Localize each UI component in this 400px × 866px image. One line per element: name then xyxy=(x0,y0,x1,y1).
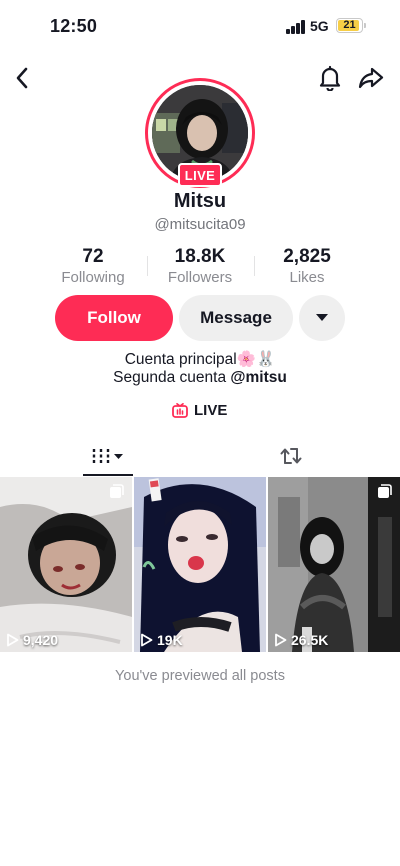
display-name: Mitsu xyxy=(173,190,227,212)
live-link[interactable]: LIVE xyxy=(172,402,227,419)
active-tab-indicator xyxy=(83,474,133,476)
stat-value: 2,825 xyxy=(283,246,331,267)
post-image xyxy=(268,477,400,652)
tv-live-icon xyxy=(172,403,188,418)
live-link-label: LIVE xyxy=(194,402,228,419)
bell-icon xyxy=(319,65,341,91)
battery-tip xyxy=(364,23,366,28)
share-arrow-icon xyxy=(358,67,384,89)
stat-likes[interactable]: 2,825 Likes xyxy=(252,246,362,286)
stat-value: 18.8K xyxy=(174,246,226,267)
post-thumbnail[interactable]: 19K xyxy=(134,477,266,652)
more-options-button[interactable] xyxy=(299,295,345,341)
battery-level: 21 xyxy=(343,19,356,31)
view-count: 9,420 xyxy=(6,632,58,648)
play-icon xyxy=(7,633,19,647)
tab-videos[interactable] xyxy=(83,436,133,476)
message-button[interactable]: Message xyxy=(179,295,293,341)
post-image xyxy=(134,477,266,652)
back-button[interactable] xyxy=(8,64,36,92)
multi-image-icon xyxy=(378,484,392,498)
play-icon xyxy=(141,633,153,647)
stat-followers[interactable]: 18.8K Followers xyxy=(145,246,255,286)
chevron-left-icon xyxy=(16,67,28,89)
signal-icon xyxy=(286,20,306,34)
battery-icon: 21 xyxy=(336,18,363,33)
view-count-text: 9,420 xyxy=(23,632,59,648)
bio-mention-link[interactable]: @mitsu xyxy=(230,369,286,386)
post-image xyxy=(0,477,132,652)
notification-bell-button[interactable] xyxy=(316,64,344,92)
view-count-text: 26.5K xyxy=(291,632,329,648)
play-icon xyxy=(275,633,287,647)
view-count-text: 19K xyxy=(157,632,183,648)
username: @mitsucita09 xyxy=(154,216,246,233)
repost-icon xyxy=(280,448,302,464)
tab-reposts[interactable] xyxy=(268,436,314,476)
post-thumbnail[interactable]: 26.5K xyxy=(268,477,400,652)
bio-line: Segunda cuenta @mitsu xyxy=(0,369,400,387)
stat-following[interactable]: 72 Following xyxy=(38,246,148,286)
previewed-all-posts-note: You've previewed all posts xyxy=(115,668,285,684)
caret-down-icon xyxy=(316,314,328,321)
network-label: 5G xyxy=(310,18,329,34)
bio-line: Cuenta principal🌸🐰 xyxy=(124,351,276,368)
share-button[interactable] xyxy=(357,64,385,92)
stat-label: Following xyxy=(61,269,125,286)
grid-icon xyxy=(92,449,123,464)
view-count: 26.5K xyxy=(274,632,328,648)
follow-button[interactable]: Follow xyxy=(55,295,173,341)
stat-label: Likes xyxy=(289,269,325,286)
status-time: 12:50 xyxy=(50,16,98,36)
bio-text: Segunda cuenta xyxy=(113,369,231,386)
live-badge[interactable]: LIVE xyxy=(178,163,222,187)
stat-value: 72 xyxy=(82,246,104,267)
post-thumbnail[interactable]: 9,420 xyxy=(0,477,132,652)
status-bar: 12:50 5G 21 xyxy=(0,0,400,54)
stat-label: Followers xyxy=(167,269,233,286)
view-count: 19K xyxy=(140,632,183,648)
multi-image-icon xyxy=(110,484,124,498)
